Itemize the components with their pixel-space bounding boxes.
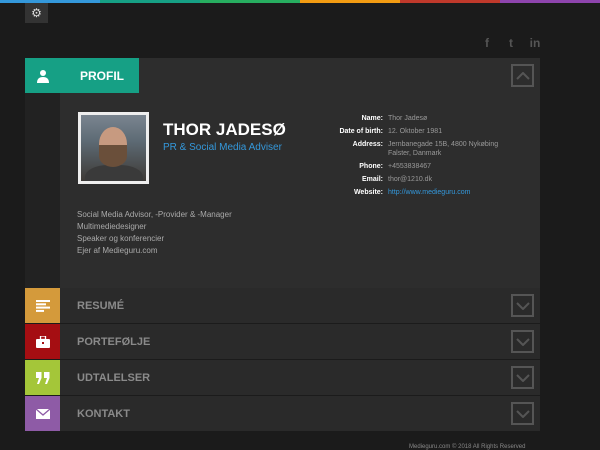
briefcase-icon [25,324,60,359]
settings-gear-icon[interactable]: ⚙ [25,3,48,23]
info-row: Address: Jernbanegade 15B, 4800 Nykøbing … [352,141,499,157]
facebook-icon[interactable]: f [480,36,494,50]
section-label: PORTEFØLJE [77,335,151,348]
profile-panel: PROFIL THOR JADESØ PR & Social Media Adv… [25,58,540,288]
section-portfolio[interactable]: PORTEFØLJE [25,324,540,359]
website-link[interactable]: http://www.medieguru.com [388,188,513,197]
info-row: Website: http://www.medieguru.com [325,188,513,197]
chevron-up-icon[interactable] [511,64,534,87]
quote-icon [25,360,60,395]
chevron-down-icon[interactable] [511,366,534,389]
color-strip [0,0,600,3]
section-label: RESUMÉ [77,299,125,312]
section-label: UDTALELSER [77,371,151,384]
profile-bio: Social Media Advisor, -Provider & -Manag… [77,210,232,255]
chevron-down-icon[interactable] [511,402,534,425]
tab-label: PROFIL [80,68,124,83]
section-kontakt[interactable]: KONTAKT [25,396,540,431]
document-lines-icon [25,288,60,323]
linkedin-icon[interactable]: in [528,36,542,50]
footer-copyright: Medieguru.com © 2018 All Rights Reserved [409,444,526,450]
envelope-icon [25,396,60,431]
info-row: Phone: +4553838467 [359,163,432,170]
chevron-down-icon[interactable] [511,330,534,353]
tab-profil[interactable]: PROFIL [25,58,139,93]
section-label: KONTAKT [77,407,130,420]
section-udtalelser[interactable]: UDTALELSER [25,360,540,395]
social-links: f t in [480,36,542,50]
profile-info: Name: Thor Jadesø Date of birth: 12. Oktob… [325,114,513,201]
profile-photo [78,112,149,184]
info-row: Name: Thor Jadesø [361,115,428,122]
info-row: Date of birth: 12. Oktober 1981 [339,128,443,135]
profile-side-strip [25,93,60,288]
section-resume[interactable]: RESUMÉ [25,288,540,323]
chevron-down-icon[interactable] [511,294,534,317]
profile-name: THOR JADESØ [163,120,286,139]
twitter-icon[interactable]: t [504,36,518,50]
profile-title: PR & Social Media Adviser [163,142,282,153]
info-row: Email: thor@1210.dk [361,176,433,183]
user-icon [25,58,60,93]
